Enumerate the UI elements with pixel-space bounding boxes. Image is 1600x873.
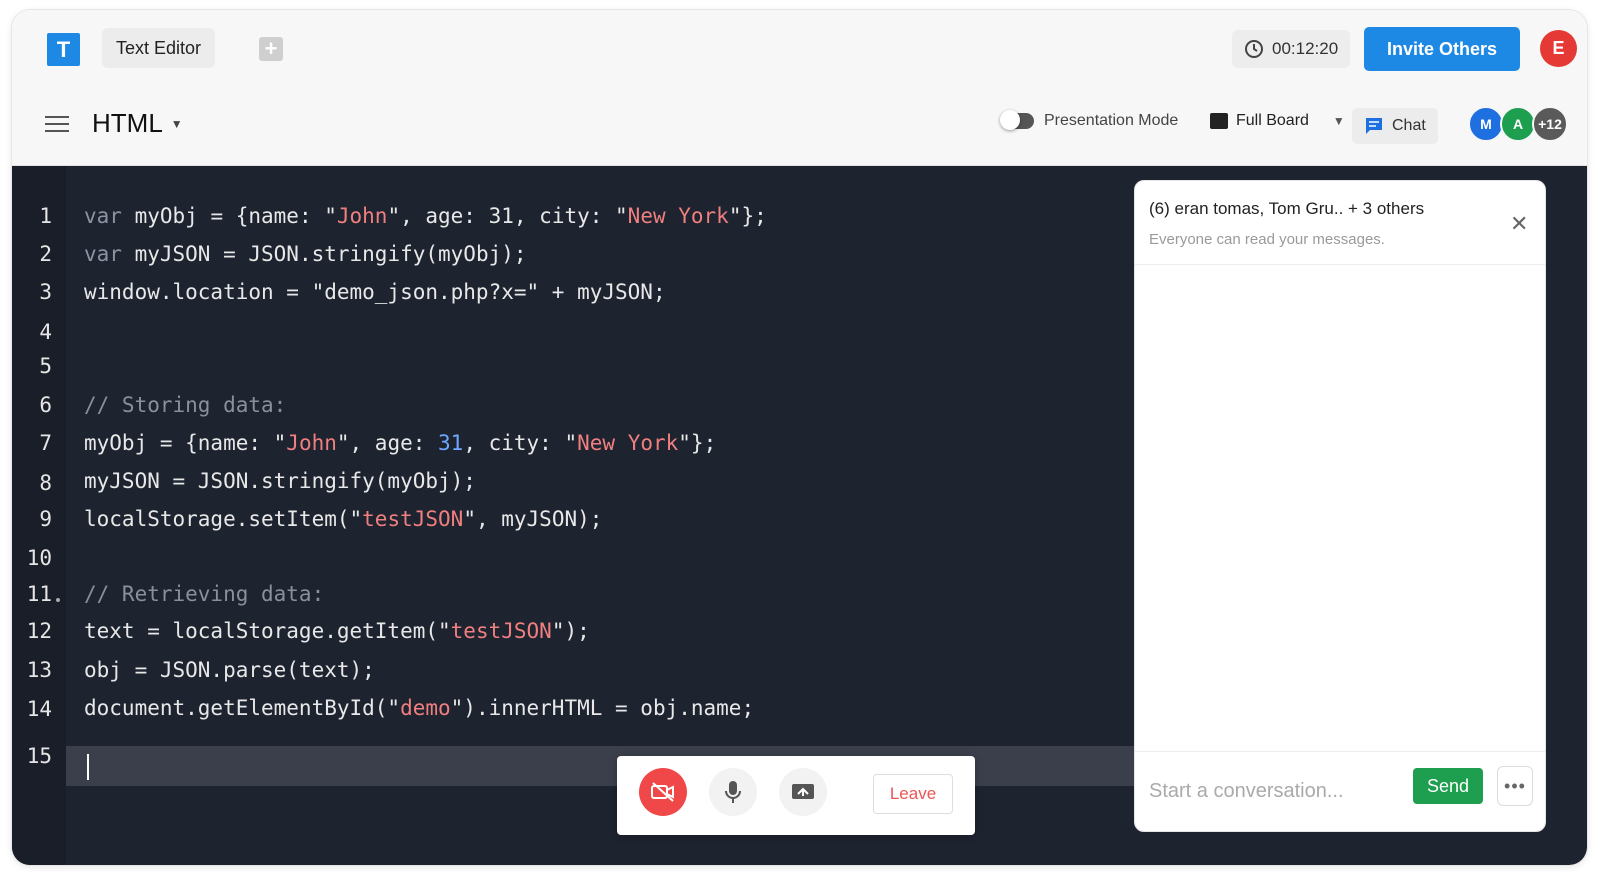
line-number: 3 (39, 280, 52, 304)
document-tab[interactable]: Text Editor (102, 28, 216, 68)
code-line: localStorage.setItem("testJSON", myJSON)… (84, 507, 603, 531)
chevron-down-icon: ▼ (1332, 114, 1345, 128)
line-number: 7 (39, 431, 52, 455)
top-bar: T Text Editor + 00:12:20 Invite Others E (12, 10, 1587, 88)
chat-header: (6) eran tomas, Tom Gru.. + 3 others Eve… (1135, 181, 1545, 265)
chat-panel: (6) eran tomas, Tom Gru.. + 3 others Eve… (1134, 180, 1546, 832)
line-number: 6 (39, 393, 52, 417)
more-options-icon[interactable]: ••• (1497, 766, 1533, 806)
timer-value: 00:12:20 (1272, 39, 1339, 58)
send-button[interactable]: Send (1413, 768, 1483, 804)
more-participants-badge[interactable]: +12 (1532, 106, 1568, 142)
app-window: T Text Editor + 00:12:20 Invite Others E… (12, 10, 1587, 865)
camera-off-button[interactable] (639, 768, 687, 816)
line-number: 11 (26, 582, 52, 606)
toggle-switch[interactable] (1000, 110, 1034, 130)
clock-icon (1245, 40, 1263, 58)
text-cursor (87, 754, 89, 780)
close-icon[interactable]: ✕ (1510, 211, 1528, 237)
screen-share-button[interactable] (779, 768, 827, 816)
board-label: Full Board (1236, 112, 1309, 129)
code-line: myObj = {name: "John", age: 31, city: "N… (84, 431, 717, 455)
code-line: document.getElementById("demo").innerHTM… (84, 696, 755, 720)
board-selector[interactable]: Full Board ▼ (1210, 112, 1345, 130)
chat-footer: Send ••• (1135, 751, 1545, 833)
chat-label: Chat (1392, 117, 1426, 134)
line-number: 5 (39, 354, 52, 378)
language-label: HTML (92, 108, 163, 138)
code-line: // Retrieving data: (84, 582, 325, 606)
line-number: 13 (26, 658, 52, 682)
line-number: 8 (39, 471, 52, 495)
board-icon (1210, 113, 1228, 129)
line-number: 2 (39, 242, 52, 266)
chevron-down-icon: ▼ (170, 116, 183, 131)
leave-call-button[interactable]: Leave (873, 774, 953, 814)
invite-others-button[interactable]: Invite Others (1364, 27, 1520, 71)
microphone-icon (725, 781, 741, 803)
active-line-highlight (66, 746, 1146, 786)
code-line: text = localStorage.getItem("testJSON"); (84, 619, 590, 643)
code-line: var myObj = {name: "John", age: 31, city… (84, 204, 767, 228)
code-line: myJSON = JSON.stringify(myObj); (84, 469, 476, 493)
line-number: 15 (26, 744, 52, 768)
chat-title: (6) eran tomas, Tom Gru.. + 3 others (1149, 199, 1425, 218)
language-selector[interactable]: HTML ▼ (92, 108, 183, 139)
code-line: obj = JSON.parse(text); (84, 658, 375, 682)
microphone-button[interactable] (709, 768, 757, 816)
line-number: 1 (39, 204, 52, 228)
line-number: 14 (26, 697, 52, 721)
call-controls: Leave (617, 756, 975, 835)
participant-avatars: M A +12 (1468, 106, 1568, 142)
screen-share-icon (792, 784, 814, 799)
editor-toolbar: HTML ▼ Presentation Mode Full Board ▼ Ch… (12, 88, 1587, 166)
chat-button[interactable]: Chat (1352, 108, 1438, 144)
add-tab-button[interactable]: + (259, 37, 283, 61)
presentation-mode-toggle[interactable]: Presentation Mode (1000, 110, 1179, 130)
presentation-label: Presentation Mode (1044, 112, 1179, 129)
line-number: 12 (26, 619, 52, 643)
chat-subtitle: Everyone can read your messages. (1149, 231, 1385, 248)
line-number: 10 (26, 546, 52, 570)
session-timer: 00:12:20 (1232, 30, 1351, 68)
video-off-icon (651, 782, 674, 802)
code-line: var myJSON = JSON.stringify(myObj); (84, 242, 527, 266)
code-line: window.location = "demo_json.php?x=" + m… (84, 280, 666, 304)
user-avatar[interactable]: E (1540, 30, 1577, 67)
line-number: 9 (39, 507, 52, 531)
line-number: 4 (39, 320, 52, 344)
app-logo: T (47, 33, 80, 66)
participant-avatar[interactable]: A (1500, 106, 1536, 142)
participant-avatar[interactable]: M (1468, 106, 1504, 142)
code-line: // Storing data: (84, 393, 287, 417)
chat-icon (1366, 118, 1382, 134)
menu-icon[interactable] (45, 116, 69, 136)
fold-marker[interactable] (56, 598, 60, 602)
chat-message-input[interactable] (1149, 774, 1399, 808)
